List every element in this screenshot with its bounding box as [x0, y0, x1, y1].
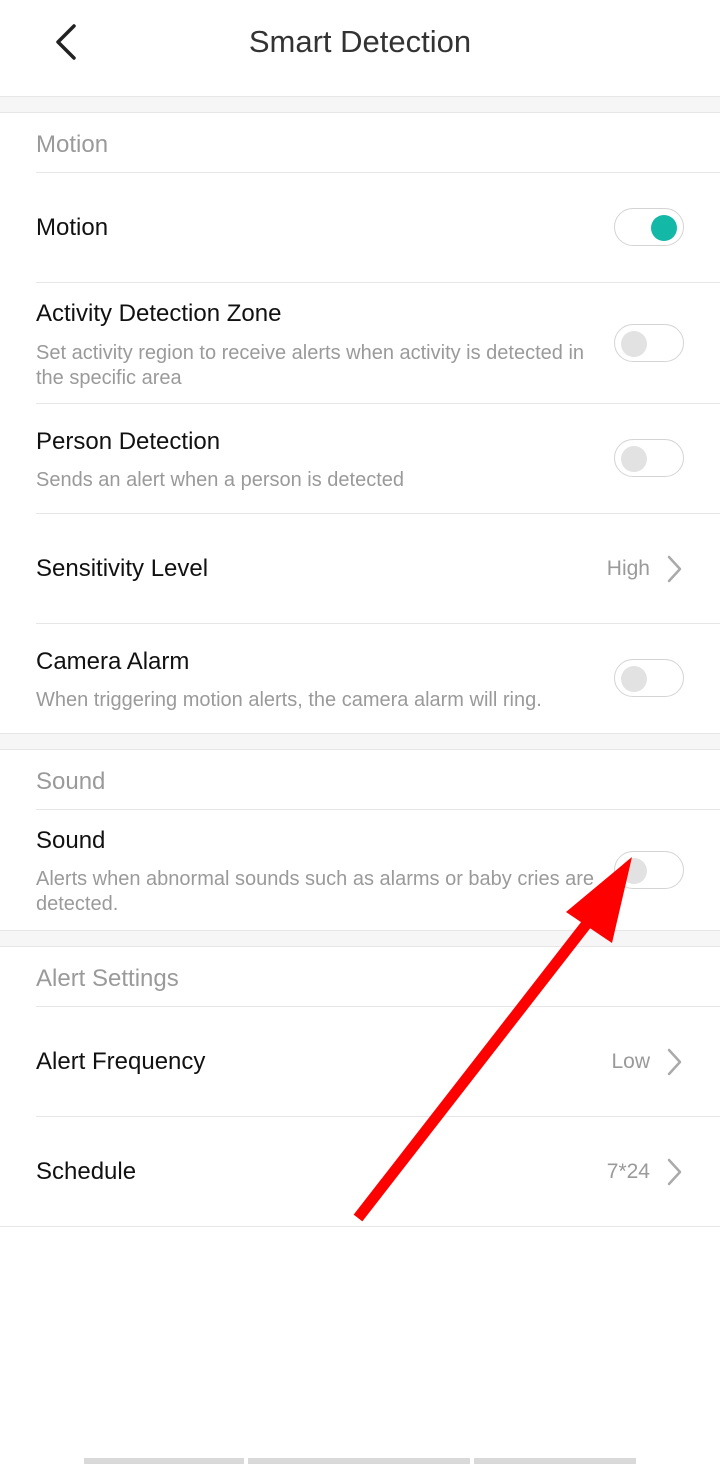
person-detection-description: Sends an alert when a person is detected: [36, 469, 405, 491]
toggle-knob: [621, 666, 647, 692]
motion-label: Motion: [36, 214, 109, 241]
sensitivity-level-value: High: [606, 557, 650, 580]
chevron-right-icon: [667, 555, 682, 583]
motion-row: Motion: [0, 173, 720, 282]
chevron-right-icon: [667, 1048, 682, 1076]
bottom-bar-segment: [84, 1458, 244, 1464]
activity-zone-toggle[interactable]: [614, 324, 684, 362]
sound-toggle[interactable]: [614, 851, 684, 889]
section-gap: [0, 733, 720, 750]
person-detection-label: Person Detection: [36, 428, 221, 455]
sensitivity-level-row[interactable]: Sensitivity Level High: [0, 514, 720, 623]
motion-toggle[interactable]: [614, 208, 684, 246]
page-title: Smart Detection: [248, 24, 472, 59]
toggle-knob: [621, 446, 647, 472]
bottom-bar-segment: [474, 1458, 636, 1464]
section-gap: [0, 930, 720, 947]
alert-frequency-value: Low: [611, 1050, 650, 1073]
activity-zone-row: Activity Detection Zone Set activity reg…: [0, 283, 720, 403]
section-header-sound: Sound: [36, 768, 106, 795]
camera-alarm-row: Camera Alarm When triggering motion aler…: [0, 624, 720, 733]
activity-zone-description: Set activity region to receive alerts wh…: [36, 342, 585, 389]
bottom-bar-segment: [248, 1458, 470, 1464]
divider: [0, 1226, 720, 1227]
sound-description: Alerts when abnormal sounds such as alar…: [36, 868, 595, 915]
sensitivity-level-label: Sensitivity Level: [36, 555, 209, 582]
alert-frequency-label: Alert Frequency: [36, 1048, 206, 1075]
camera-alarm-toggle[interactable]: [614, 659, 684, 697]
toggle-knob: [621, 858, 647, 884]
alert-frequency-row[interactable]: Alert Frequency Low: [0, 1007, 720, 1116]
sound-label: Sound: [36, 827, 106, 854]
camera-alarm-description: When triggering motion alerts, the camer…: [36, 689, 542, 711]
section-header-motion: Motion: [36, 131, 109, 158]
camera-alarm-label: Camera Alarm: [36, 648, 190, 675]
top-bar: Smart Detection: [0, 0, 720, 97]
person-detection-toggle[interactable]: [614, 439, 684, 477]
schedule-value: 7*24: [606, 1160, 650, 1183]
toggle-knob: [621, 331, 647, 357]
schedule-row[interactable]: Schedule 7*24: [0, 1117, 720, 1226]
sound-row: Sound Alerts when abnormal sounds such a…: [0, 810, 720, 930]
person-detection-row: Person Detection Sends an alert when a p…: [0, 404, 720, 513]
chevron-right-icon: [667, 1158, 682, 1186]
schedule-label: Schedule: [36, 1158, 137, 1185]
toggle-knob: [651, 215, 677, 241]
section-header-alert-settings: Alert Settings: [36, 965, 179, 992]
activity-zone-label: Activity Detection Zone: [36, 300, 282, 327]
section-gap: [0, 96, 720, 113]
